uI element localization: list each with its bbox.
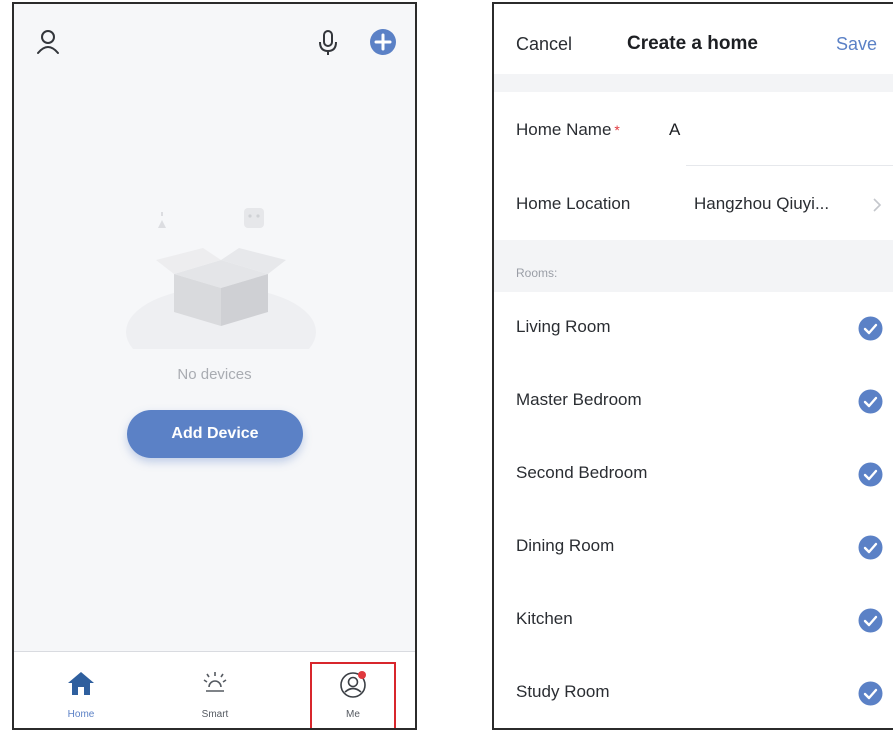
create-home-screen: Cancel Create a home Save Home Name * A H… xyxy=(492,2,893,730)
checkmark-circle-icon[interactable] xyxy=(858,608,883,633)
checkmark-circle-icon[interactable] xyxy=(858,535,883,560)
room-name: Dining Room xyxy=(516,536,615,555)
room-name: Second Bedroom xyxy=(516,463,648,482)
room-row-kitchen[interactable]: Kitchen xyxy=(494,584,893,657)
home-name-label-text: Home Name xyxy=(516,120,612,139)
empty-box-illustration xyxy=(126,208,316,349)
room-name: Kitchen xyxy=(516,609,573,628)
rooms-list: Living Room Master Bedroom Second Bedroo… xyxy=(494,292,893,728)
home-name-row[interactable]: Home Name * A xyxy=(494,92,893,166)
add-device-button[interactable]: Add Device xyxy=(127,410,303,458)
user-icon[interactable] xyxy=(36,28,60,56)
room-name: Study Room xyxy=(516,682,610,701)
nav-label-smart: Smart xyxy=(201,709,229,720)
nav-label-home: Home xyxy=(67,709,95,720)
microphone-icon[interactable] xyxy=(318,29,338,57)
home-name-label: Home Name * xyxy=(516,120,620,140)
home-name-input[interactable]: A xyxy=(669,120,680,140)
room-name: Living Room xyxy=(516,317,611,336)
chevron-right-icon xyxy=(873,198,882,212)
home-icon xyxy=(68,672,94,695)
sun-icon xyxy=(203,672,227,692)
required-mark: * xyxy=(614,122,620,138)
home-screen: No devices Add Device Home Smart Me xyxy=(12,2,417,730)
save-button[interactable]: Save xyxy=(836,34,877,55)
add-circle-icon[interactable] xyxy=(369,28,397,56)
header-bar: Cancel Create a home Save xyxy=(494,4,893,74)
nav-item-smart[interactable]: Smart xyxy=(170,652,260,728)
room-row-master-bedroom[interactable]: Master Bedroom xyxy=(494,365,893,438)
nav-item-home[interactable]: Home xyxy=(36,652,126,728)
empty-state-text: No devices xyxy=(177,366,252,383)
me-highlight-box xyxy=(310,662,396,728)
checkmark-circle-icon[interactable] xyxy=(858,316,883,341)
room-name: Master Bedroom xyxy=(516,390,642,409)
room-row-study-room[interactable]: Study Room xyxy=(494,657,893,728)
home-location-value: Hangzhou Qiuyi... xyxy=(694,194,830,213)
room-row-dining-room[interactable]: Dining Room xyxy=(494,511,893,584)
bottom-nav: Home Smart Me xyxy=(14,651,415,728)
checkmark-circle-icon[interactable] xyxy=(858,389,883,414)
checkmark-circle-icon[interactable] xyxy=(858,462,883,487)
room-row-living-room[interactable]: Living Room xyxy=(494,292,893,365)
home-location-label: Home Location xyxy=(516,194,631,213)
home-location-row[interactable]: Home Location Hangzhou Qiuyi... xyxy=(494,166,893,240)
room-row-second-bedroom[interactable]: Second Bedroom xyxy=(494,438,893,511)
cancel-button[interactable]: Cancel xyxy=(516,34,572,55)
checkmark-circle-icon[interactable] xyxy=(858,681,883,706)
rooms-section-header: Rooms: xyxy=(516,266,558,280)
page-title: Create a home xyxy=(627,33,758,54)
